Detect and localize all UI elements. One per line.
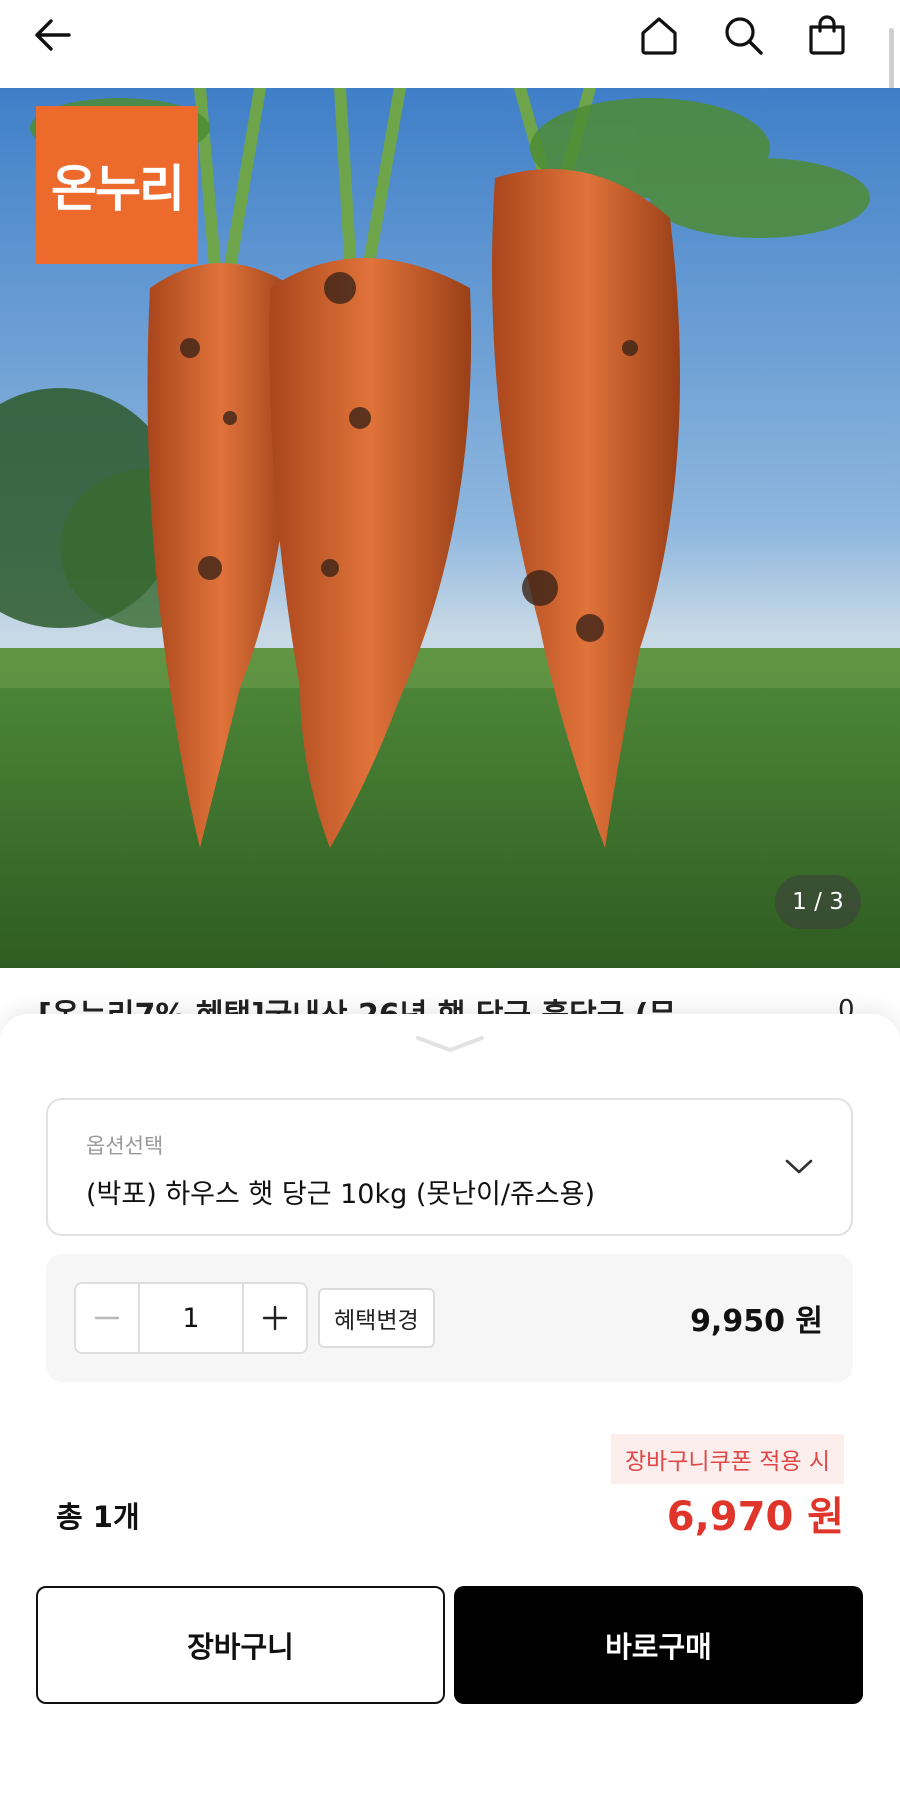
total-count-label: 총 1개 <box>56 1500 140 1534</box>
chevron-down-icon <box>783 1150 815 1182</box>
quantity-value[interactable]: 1 <box>138 1284 244 1352</box>
change-benefit-button[interactable]: 혜택변경 <box>318 1288 435 1348</box>
shopping-bag-icon[interactable] <box>798 6 856 64</box>
image-page-indicator: 1 / 3 <box>775 875 861 929</box>
total-price: 6,970 원 <box>666 1494 844 1540</box>
minus-icon <box>94 1316 120 1320</box>
product-image-carousel[interactable]: 온누리 1 / 3 <box>0 88 900 968</box>
search-icon[interactable] <box>714 6 772 64</box>
increase-quantity-button[interactable] <box>244 1284 306 1352</box>
option-bottom-sheet: 옵션선택 (박포) 하우스 햇 당근 10kg (못난이/쥬스용) 1 혜택변경… <box>0 1014 900 1811</box>
brand-logo-badge: 온누리 <box>36 106 198 264</box>
plus-icon <box>262 1305 288 1331</box>
item-price: 9,950 원 <box>690 1304 823 1339</box>
sheet-collapse-chevron-icon[interactable] <box>414 1032 486 1056</box>
top-navigation-bar <box>0 0 900 128</box>
quantity-row: 1 혜택변경 9,950 원 <box>46 1254 853 1382</box>
option-dropdown[interactable]: 옵션선택 (박포) 하우스 햇 당근 10kg (못난이/쥬스용) <box>46 1098 853 1236</box>
coupon-note-badge: 장바구니쿠폰 적용 시 <box>610 1434 844 1484</box>
option-label: 옵션선택 <box>86 1134 164 1158</box>
add-to-cart-button[interactable]: 장바구니 <box>36 1586 445 1704</box>
back-arrow-icon[interactable] <box>24 6 82 64</box>
product-option-page: 온누리 1 / 3 [온누리7% 혜택]국내산 26년 햇 당근 흙당근 (무 … <box>0 0 900 1811</box>
option-selected-value: (박포) 하우스 햇 당근 10kg (못난이/쥬스용) <box>86 1179 596 1210</box>
buy-now-button[interactable]: 바로구매 <box>454 1586 863 1704</box>
home-icon[interactable] <box>630 6 688 64</box>
quantity-stepper: 1 <box>74 1282 308 1354</box>
decrease-quantity-button[interactable] <box>76 1284 138 1352</box>
